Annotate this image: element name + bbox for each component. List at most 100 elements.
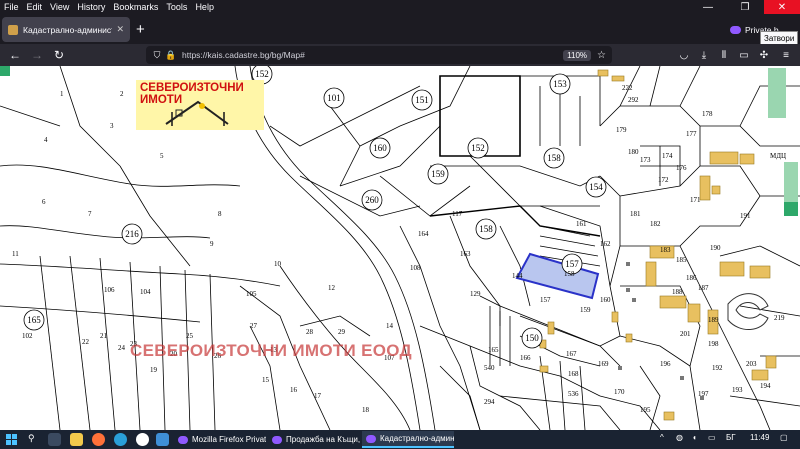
- clock[interactable]: 11:49: [750, 433, 769, 442]
- new-tab-button[interactable]: +: [136, 22, 145, 37]
- file-explorer-icon[interactable]: [70, 433, 83, 446]
- parcel-labels: 152101 151153159160 152158154260216 1581571…: [12, 66, 786, 414]
- windows-start-icon[interactable]: [6, 434, 17, 445]
- parcel-number: 167: [566, 350, 577, 358]
- tab-strip: Кадастрално-административ ✕ + Private b …: [0, 14, 800, 46]
- parcel-number: 176: [676, 164, 687, 172]
- parcel-number: 157: [540, 296, 551, 304]
- url-bar[interactable]: ⛉ 🔒 https://kais.cadastre.bg/bg/Map# 110…: [146, 46, 612, 64]
- task-view-icon[interactable]: [48, 433, 61, 446]
- parcel-number: 25: [186, 332, 194, 340]
- selected-parcel[interactable]: [515, 252, 600, 300]
- taskbar: ⚲ Mozilla Firefox Privat... Продажба на …: [0, 430, 800, 449]
- forward-button[interactable]: →: [28, 46, 46, 64]
- menu-help[interactable]: Help: [191, 0, 218, 14]
- parcel-number: 2: [120, 90, 124, 98]
- parcel-number: 129: [470, 290, 481, 298]
- network-icon[interactable]: ◍: [676, 433, 683, 442]
- parcel-number: 12: [328, 284, 336, 292]
- parcel-number: 178: [702, 110, 713, 118]
- volume-icon[interactable]: ◖: [692, 433, 697, 442]
- reload-button[interactable]: ↻: [50, 46, 68, 64]
- menu-bar: File Edit View History Bookmarks Tools H…: [0, 0, 800, 14]
- taskbar-app-firefox-private[interactable]: Mozilla Firefox Privat...: [174, 431, 266, 448]
- menu-edit[interactable]: Edit: [23, 0, 47, 14]
- parcel-number: 9: [210, 240, 214, 248]
- downloads-icon[interactable]: ⤓: [696, 47, 712, 63]
- parcel-number: 158: [564, 270, 575, 278]
- private-mask-icon: [730, 26, 741, 34]
- menu-history[interactable]: History: [73, 0, 109, 14]
- back-button[interactable]: ←: [6, 46, 24, 64]
- taskbar-app-houses[interactable]: Продажба на Къщи, ...: [268, 431, 360, 448]
- small-structures: [618, 262, 704, 400]
- shield-icon[interactable]: ⛉: [150, 50, 164, 61]
- map-right-handle-top[interactable]: [784, 162, 798, 202]
- parcel-number: 203: [746, 360, 757, 368]
- parcel-number: 171: [690, 196, 701, 204]
- sidebar-icon[interactable]: ▭: [736, 47, 752, 63]
- firefox-icon[interactable]: [92, 433, 105, 446]
- parcel-number: 180: [628, 148, 639, 156]
- map-canvas[interactable]: 152101 151153159160 152158154260216 1581571…: [0, 66, 800, 430]
- parcel-number: 22: [82, 338, 90, 346]
- app-icon[interactable]: [156, 433, 169, 446]
- chrome-icon[interactable]: [136, 433, 149, 446]
- taskbar-app-cadastre[interactable]: Кадастрално-админ...: [362, 431, 454, 448]
- parcel-number: 21: [100, 332, 108, 340]
- parcel-number: 108: [410, 264, 421, 272]
- notifications-icon[interactable]: ▢: [780, 433, 788, 442]
- parcel-number: 185: [676, 256, 687, 264]
- map-layer-panel-strip[interactable]: [768, 68, 786, 118]
- parcel-number: 166: [520, 354, 531, 362]
- private-mask-icon: [366, 434, 376, 443]
- map-left-control[interactable]: [0, 66, 10, 76]
- menu-bookmarks[interactable]: Bookmarks: [109, 0, 162, 14]
- tray-chevron-icon[interactable]: ^: [660, 433, 664, 442]
- parcel-number: 159: [580, 306, 591, 314]
- language-indicator[interactable]: БГ: [726, 433, 736, 442]
- parcel-number: 29: [338, 328, 346, 336]
- house-icon: [165, 100, 229, 126]
- restore-button[interactable]: ❐: [727, 0, 763, 14]
- edge-icon[interactable]: [114, 433, 127, 446]
- url-text[interactable]: https://kais.cadastre.bg/bg/Map#: [182, 50, 563, 60]
- zoom-level[interactable]: 110%: [563, 49, 592, 61]
- cadastral-block-number: 154: [589, 182, 603, 192]
- parcel-number: 8: [218, 210, 222, 218]
- cadastral-block-number: 152: [471, 143, 485, 153]
- menu-tools[interactable]: Tools: [162, 0, 191, 14]
- parcel-number: 197: [698, 390, 709, 398]
- parcel-number: 163: [460, 250, 471, 258]
- tab-close-icon[interactable]: ✕: [116, 24, 124, 35]
- menu-icon[interactable]: ≡: [778, 47, 794, 63]
- menu-view[interactable]: View: [46, 0, 73, 14]
- parcel-number: 292: [628, 96, 639, 104]
- parcel-number: 17: [314, 392, 322, 400]
- map-right-button[interactable]: [784, 202, 798, 216]
- parcel-number: 183: [660, 246, 671, 254]
- parcel-number: 164: [418, 230, 429, 238]
- library-icon[interactable]: ⫴: [716, 47, 732, 63]
- menu-file[interactable]: File: [0, 0, 23, 14]
- battery-icon[interactable]: ▭: [708, 433, 716, 442]
- tab-title: Кадастрално-административ: [23, 24, 112, 35]
- taskbar-app-label: Кадастрално-админ...: [380, 434, 454, 443]
- parcel-number: 179: [616, 126, 627, 134]
- parcel-number: 193: [732, 386, 743, 394]
- cadastral-block-number: 158: [547, 153, 561, 163]
- search-icon[interactable]: ⚲: [28, 433, 41, 446]
- lock-icon[interactable]: 🔒: [164, 50, 178, 61]
- extensions-icon[interactable]: ✣: [756, 47, 772, 63]
- parcel-number: 172: [658, 176, 669, 184]
- parcel-number: 160: [600, 296, 611, 304]
- tab-cadastre[interactable]: Кадастрално-административ ✕: [2, 17, 130, 42]
- bookmark-star-icon[interactable]: ☆: [597, 50, 606, 61]
- close-window-button[interactable]: ✕: [764, 0, 800, 14]
- minimize-button[interactable]: —: [690, 0, 726, 14]
- cadastre-map[interactable]: 152 101 151 153 159 160 152 158 154 260 216 158 157 1…: [0, 66, 800, 430]
- parcel-number: 173: [640, 156, 651, 164]
- pocket-icon[interactable]: ◡: [676, 47, 692, 63]
- private-mask-icon: [178, 435, 188, 444]
- parcel-number: 7: [88, 210, 92, 218]
